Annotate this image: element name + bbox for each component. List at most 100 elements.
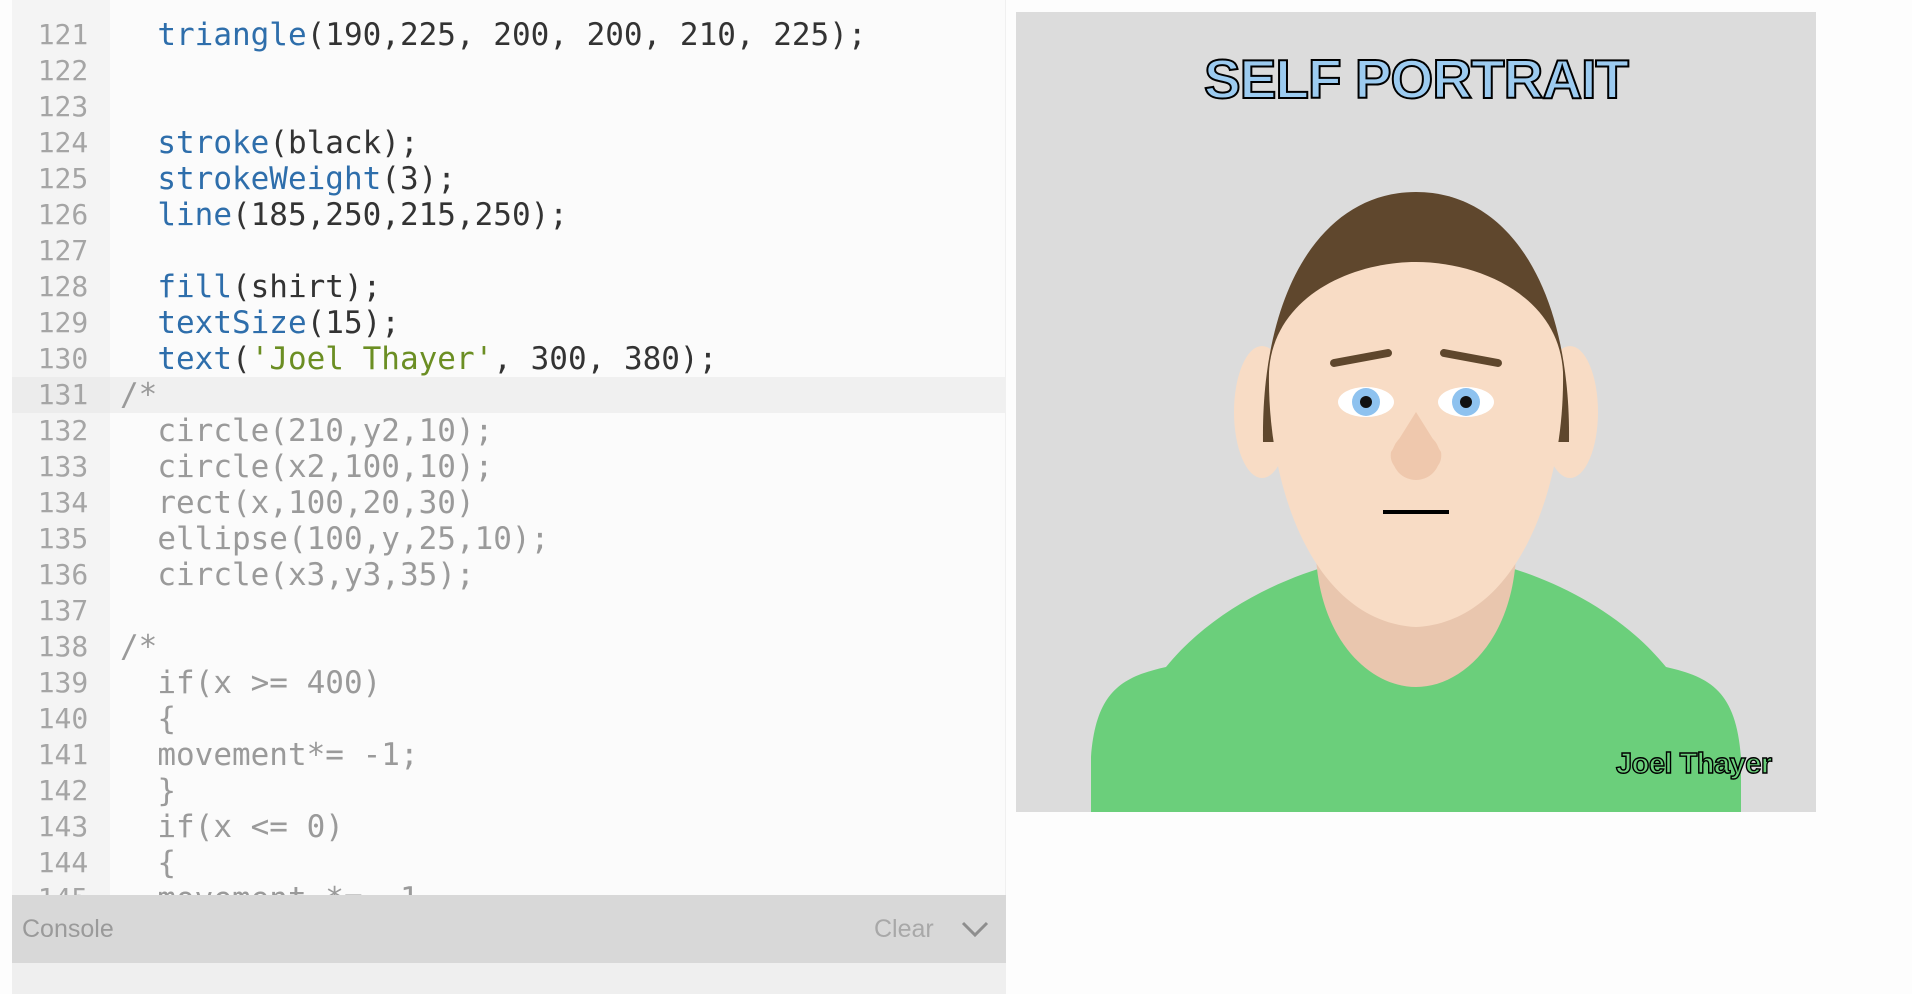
code-text: } <box>120 773 176 809</box>
line-number: 131 <box>12 377 110 413</box>
code-line[interactable]: 128 fill(shirt); <box>12 269 1005 305</box>
code-line[interactable]: 138 /* <box>12 629 1005 665</box>
code-line[interactable]: 145 movement *= -1 <box>12 881 1005 895</box>
line-number: 124 <box>37 126 89 159</box>
portrait-name: Joel Thayer <box>1616 748 1772 780</box>
console-header: Console Clear <box>12 895 1006 963</box>
code-text: text('Joel Thayer', 300, 380); <box>120 341 717 377</box>
code-line[interactable]: 121 triangle(190,225, 200, 200, 210, 225… <box>12 17 1005 53</box>
console-panel: Console Clear <box>12 895 1006 994</box>
code-line[interactable]: 142 } <box>12 773 1005 809</box>
code-comment-token: if(x <= 0) <box>120 809 344 845</box>
code-line[interactable]: 125 strokeWeight(3); <box>12 161 1005 197</box>
line-number: 129 <box>37 306 89 339</box>
code-token: , 300, 380); <box>493 341 718 377</box>
app-root: 121 triangle(190,225, 200, 200, 210, 225… <box>0 0 1912 994</box>
line-number: 123 <box>37 90 89 123</box>
portrait-drawing: SELF PORTRAIT Joel Thayer <box>1016 12 1816 812</box>
code-text: circle(x2,100,10); <box>120 449 493 485</box>
line-number: 126 <box>37 198 89 231</box>
code-comment-token: circle(x2,100,10); <box>120 449 494 485</box>
console-title: Console <box>22 915 114 943</box>
code-function-token: strokeWeight <box>157 161 382 197</box>
code-text: movement *= -1 <box>120 881 418 895</box>
code-text: movement*= -1; <box>120 737 419 773</box>
code-function-token: fill <box>157 269 232 305</box>
code-line[interactable]: 140 { <box>12 701 1005 737</box>
code-token: (185,250,215,250); <box>231 197 568 233</box>
sketch-preview-canvas[interactable]: SELF PORTRAIT Joel Thayer <box>1016 12 1816 812</box>
right-eye-pupil <box>1460 396 1472 408</box>
code-text: strokeWeight(3); <box>120 161 456 197</box>
code-function-token: stroke <box>157 125 270 161</box>
code-line[interactable]: 141 movement*= -1; <box>12 737 1005 773</box>
code-comment-token: /* <box>120 629 158 665</box>
line-number: 142 <box>37 774 89 807</box>
code-text: triangle(190,225, 200, 200, 210, 225); <box>120 17 867 53</box>
code-comment-token: circle(210,y2,10); <box>120 413 494 449</box>
code-line[interactable]: 132 circle(210,y2,10); <box>12 413 1005 449</box>
code-text: rect(x,100,20,30) <box>120 485 475 521</box>
portrait-title: SELF PORTRAIT <box>1204 48 1628 110</box>
code-editor[interactable]: 121 triangle(190,225, 200, 200, 210, 225… <box>12 0 1006 895</box>
code-comment-token: rect(x,100,20,30) <box>120 485 475 521</box>
code-comment-token: if(x >= 400) <box>120 665 382 701</box>
code-function-token: triangle <box>157 17 307 53</box>
code-comment-token: ellipse(100,y,25,10); <box>120 521 550 557</box>
code-text: { <box>120 845 176 881</box>
code-line[interactable]: 134 rect(x,100,20,30) <box>12 485 1005 521</box>
code-comment-token: movement *= -1 <box>120 881 418 895</box>
code-comment-token: movement*= -1; <box>120 737 419 773</box>
code-line[interactable]: 127 <box>12 233 1005 269</box>
line-number: 138 <box>37 630 89 663</box>
code-line[interactable]: 123 <box>12 89 1005 125</box>
code-line[interactable]: 129 textSize(15); <box>12 305 1005 341</box>
code-line[interactable]: 122 <box>12 53 1005 89</box>
line-number: 137 <box>37 594 89 627</box>
code-line[interactable]: 139 if(x >= 400) <box>12 665 1005 701</box>
nose-tip <box>1392 432 1440 480</box>
code-comment-token: } <box>120 773 176 809</box>
code-token: (3); <box>381 161 456 197</box>
code-line[interactable]: 131 /* <box>12 377 1005 413</box>
code-line[interactable]: 144 { <box>12 845 1005 881</box>
code-comment-token: { <box>120 845 176 881</box>
line-number: 130 <box>37 342 89 375</box>
chevron-down-icon[interactable] <box>958 913 992 945</box>
line-number: 133 <box>37 450 89 483</box>
code-text: line(185,250,215,250); <box>120 197 568 233</box>
line-number: 127 <box>37 234 89 267</box>
console-clear-button[interactable]: Clear <box>874 895 934 963</box>
code-line[interactable]: 124 stroke(black); <box>12 125 1005 161</box>
code-line[interactable]: 137 <box>12 593 1005 629</box>
code-token: ( <box>231 341 251 377</box>
code-line[interactable]: 133 circle(x2,100,10); <box>12 449 1005 485</box>
code-line[interactable]: 143 if(x <= 0) <box>12 809 1005 845</box>
line-number: 145 <box>12 881 110 895</box>
code-function-token: line <box>157 197 232 233</box>
code-line[interactable]: 135 ellipse(100,y,25,10); <box>12 521 1005 557</box>
line-number: 140 <box>37 702 89 735</box>
code-function-token: text <box>157 341 232 377</box>
code-token: (190,225, 200, 200, 210, 225); <box>306 17 867 53</box>
line-number: 121 <box>37 18 89 51</box>
line-number: 143 <box>37 810 89 843</box>
code-line[interactable]: 136 circle(x3,y3,35); <box>12 557 1005 593</box>
line-number: 122 <box>37 54 89 87</box>
code-text: circle(x3,y3,35); <box>120 557 474 593</box>
line-number: 144 <box>37 846 89 879</box>
line-number: 125 <box>37 162 89 195</box>
code-line[interactable]: 126 line(185,250,215,250); <box>12 197 1005 233</box>
code-comment-token: /* <box>120 377 158 413</box>
line-number: 141 <box>37 738 89 771</box>
code-function-token: textSize <box>157 305 307 341</box>
code-line[interactable]: 130 text('Joel Thayer', 300, 380); <box>12 341 1005 377</box>
line-number: 136 <box>37 558 89 591</box>
code-text: if(x <= 0) <box>120 809 344 845</box>
